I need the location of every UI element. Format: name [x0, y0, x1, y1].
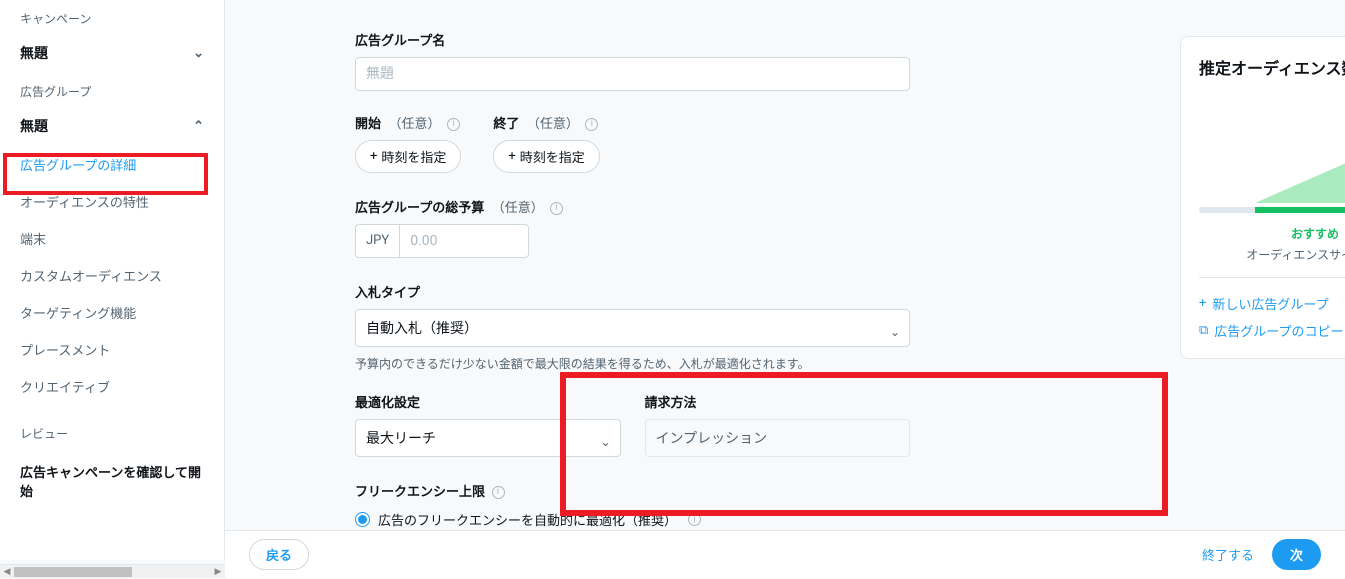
review-section-label: レビュー [0, 413, 224, 454]
sidebar: キャンペーン 無題 ⌄ 広告グループ 無題 ⌃ 広告グループの詳細 オーディエン… [0, 0, 225, 560]
start-optional: （任意） [389, 117, 441, 132]
recommended-label: おすすめ [1199, 225, 1345, 242]
info-icon[interactable]: i [585, 118, 598, 131]
end-label: 終了 [493, 113, 519, 132]
main-content: 広告グループ名 開始 （任意） i + 時刻を指定 終了 （任意） i + 時刻を指… [225, 0, 1345, 530]
bid-type-select[interactable]: 自動入札（推奨） [355, 309, 910, 347]
form-area: 広告グループ名 開始 （任意） i + 時刻を指定 終了 （任意） i + 時刻を指… [355, 0, 910, 530]
sidebar-item-placements[interactable]: プレースメント [0, 331, 224, 368]
info-icon[interactable]: i [492, 486, 505, 499]
budget-label: 広告グループの総予算 [355, 197, 484, 216]
optimization-select[interactable]: 最大リーチ [355, 419, 621, 457]
budget-optional: （任意） [492, 201, 544, 216]
adgroup-name: 無題 [20, 116, 48, 136]
adgroup-section-label: 広告グループ [0, 73, 224, 106]
audience-estimate-panel: 推定オーディエンス数 👥 利用不可 おすすめ オーディエンスサイズ i + 新し… [1180, 36, 1345, 359]
sidebar-item-creative[interactable]: クリエイティブ [0, 368, 224, 405]
new-adgroup-link[interactable]: + 新しい広告グループ [1199, 290, 1345, 317]
plus-icon: + [1199, 296, 1206, 311]
sidebar-item-custom-audience[interactable]: カスタムオーディエンス [0, 257, 224, 294]
panel-title: 推定オーディエンス数 [1199, 55, 1345, 79]
audience-size-label: オーディエンスサイズ i [1199, 246, 1345, 263]
audience-chart: 👥 利用不可 [1199, 91, 1345, 221]
frequency-cap-label: フリークエンシー上限 [355, 481, 485, 500]
end-optional: （任意） [527, 117, 579, 132]
plus-icon: + [370, 149, 377, 164]
chevron-up-icon: ⌃ [193, 119, 204, 134]
billing-value: インプレッション [645, 419, 911, 457]
start-time-label: 時刻を指定 [381, 147, 446, 166]
footer-bar: 戻る 終了する 次 [225, 530, 1345, 578]
new-adgroup-label: 新しい広告グループ [1212, 294, 1328, 313]
chevron-down-icon: ⌄ [193, 46, 204, 61]
campaign-row[interactable]: 無題 ⌄ [0, 33, 224, 73]
exit-link[interactable]: 終了する [1202, 545, 1254, 564]
sidebar-item-audience[interactable]: オーディエンスの特性 [0, 183, 224, 220]
campaign-section-label: キャンペーン [0, 0, 224, 33]
chart-fill [1255, 125, 1345, 203]
bid-type-label: 入札タイプ [355, 282, 420, 301]
start-label: 開始 [355, 113, 381, 132]
freq-option-auto[interactable]: 広告のフリークエンシーを自動的に最適化（推奨） i [355, 510, 910, 529]
bar-green [1255, 207, 1345, 213]
adgroup-name-input[interactable] [355, 57, 910, 91]
campaign-name: 無題 [20, 43, 48, 63]
sidebar-item-devices[interactable]: 端末 [0, 220, 224, 257]
copy-adgroup-link[interactable]: ⧉ 広告グループのコピー [1199, 317, 1345, 344]
start-time-button[interactable]: + 時刻を指定 [355, 140, 461, 173]
info-icon[interactable]: i [550, 202, 563, 215]
freq-radio-auto[interactable] [355, 512, 370, 527]
currency-label: JPY [355, 224, 399, 258]
info-icon[interactable]: i [447, 118, 460, 131]
copy-icon: ⧉ [1199, 323, 1208, 338]
copy-adgroup-label: 広告グループのコピー [1214, 321, 1343, 340]
scroll-thumb[interactable] [14, 567, 132, 577]
bid-help-text: 予算内のできるだけ少ない金額で最大限の結果を得るため、入札が最適化されます。 [355, 355, 910, 372]
adgroup-name-label: 広告グループ名 [355, 30, 445, 49]
horizontal-scrollbar[interactable]: ◀ ▶ [0, 564, 225, 578]
scroll-track[interactable] [14, 566, 211, 578]
plus-icon: + [508, 149, 515, 164]
adgroup-row[interactable]: 無題 ⌃ [0, 106, 224, 146]
sidebar-item-details[interactable]: 広告グループの詳細 [0, 146, 224, 183]
info-icon[interactable]: i [688, 513, 701, 526]
optimization-label: 最適化設定 [355, 392, 420, 411]
scroll-right-icon[interactable]: ▶ [211, 565, 225, 579]
end-time-button[interactable]: + 時刻を指定 [493, 140, 599, 173]
billing-label: 請求方法 [645, 392, 697, 411]
sidebar-confirm-launch[interactable]: 広告キャンペーンを確認して開始 [0, 454, 224, 508]
sidebar-item-targeting[interactable]: ターゲティング機能 [0, 294, 224, 331]
freq-auto-label: 広告のフリークエンシーを自動的に最適化（推奨） [378, 510, 677, 529]
end-time-label: 時刻を指定 [520, 147, 585, 166]
back-button[interactable]: 戻る [249, 539, 309, 570]
bar-grey [1199, 207, 1255, 213]
next-button[interactable]: 次 [1272, 539, 1321, 570]
scroll-left-icon[interactable]: ◀ [0, 565, 14, 579]
chart-baseline [1199, 207, 1345, 213]
budget-input[interactable] [399, 224, 529, 258]
